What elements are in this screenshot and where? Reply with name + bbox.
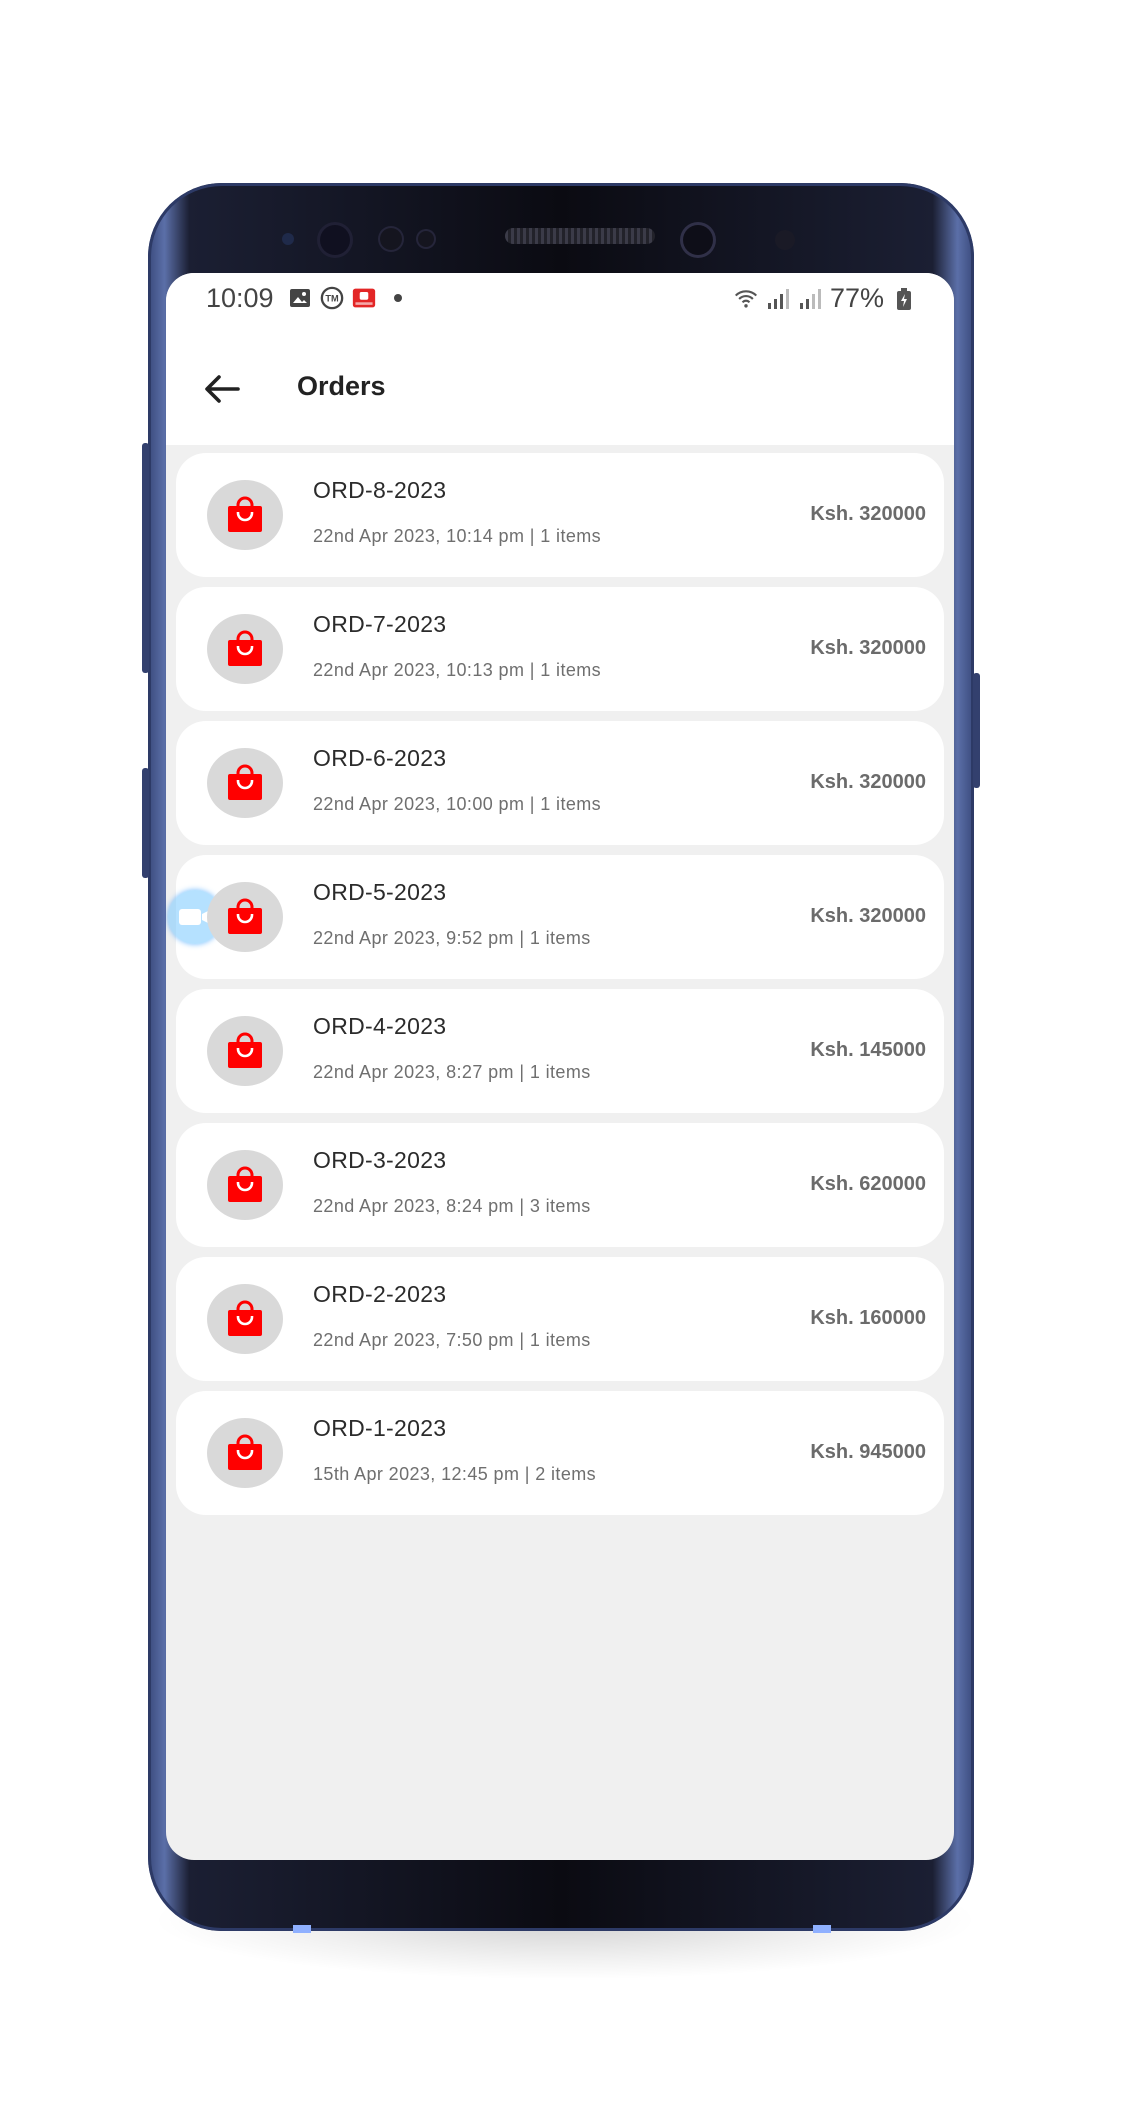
order-id: ORD-2-2023 bbox=[313, 1281, 447, 1307]
bixby-button bbox=[142, 768, 149, 878]
shopping-bag-icon bbox=[228, 496, 262, 532]
iris-camera bbox=[320, 225, 350, 255]
shopping-bag-icon bbox=[228, 1300, 262, 1336]
order-amount: Ksh. 320000 bbox=[810, 503, 926, 525]
order-amount: Ksh. 320000 bbox=[810, 771, 926, 793]
order-amount: Ksh. 160000 bbox=[810, 1307, 926, 1329]
top-bezel bbox=[148, 183, 974, 273]
order-id: ORD-6-2023 bbox=[313, 745, 447, 771]
order-meta: 22nd Apr 2023, 7:50 pm | 1 items bbox=[313, 1330, 591, 1350]
shopping-bag-icon bbox=[228, 1166, 262, 1202]
order-id: ORD-1-2023 bbox=[313, 1415, 447, 1441]
order-avatar bbox=[207, 614, 283, 684]
order-meta: 22nd Apr 2023, 9:52 pm | 1 items bbox=[313, 928, 591, 948]
order-id: ORD-8-2023 bbox=[313, 477, 447, 503]
order-avatar bbox=[207, 1418, 283, 1488]
bezel-accent bbox=[813, 1925, 831, 1933]
order-id: ORD-7-2023 bbox=[313, 611, 447, 637]
gallery-icon bbox=[288, 286, 312, 310]
screen: 10:09 TM 77% Orders ORD-8-2023 22nd Apr … bbox=[166, 273, 954, 1860]
order-avatar bbox=[207, 1284, 283, 1354]
arrow-left-icon bbox=[205, 375, 240, 403]
status-bar: 10:09 TM 77% bbox=[166, 273, 954, 333]
order-avatar bbox=[207, 1016, 283, 1086]
svg-text:TM: TM bbox=[325, 294, 339, 304]
order-avatar bbox=[207, 748, 283, 818]
order-meta: 22nd Apr 2023, 10:00 pm | 1 items bbox=[313, 794, 602, 814]
volume-button bbox=[142, 443, 149, 673]
order-card[interactable]: ORD-8-2023 22nd Apr 2023, 10:14 pm | 1 i… bbox=[176, 453, 944, 577]
shop-app-icon bbox=[352, 286, 376, 310]
order-id: ORD-5-2023 bbox=[313, 879, 447, 905]
order-card[interactable]: ORD-5-2023 22nd Apr 2023, 9:52 pm | 1 it… bbox=[168, 855, 944, 979]
front-camera bbox=[683, 225, 713, 255]
order-card[interactable]: ORD-1-2023 15th Apr 2023, 12:45 pm | 2 i… bbox=[176, 1391, 944, 1515]
tm-chat-icon: TM bbox=[320, 286, 344, 310]
app-bar: Orders bbox=[166, 333, 954, 445]
power-button bbox=[973, 673, 980, 788]
shopping-bag-icon bbox=[228, 630, 262, 666]
order-id: ORD-3-2023 bbox=[313, 1147, 447, 1173]
earpiece-speaker bbox=[505, 228, 655, 244]
shopping-bag-icon bbox=[228, 1032, 262, 1068]
iris-led bbox=[775, 230, 795, 250]
order-card[interactable]: ORD-6-2023 22nd Apr 2023, 10:00 pm | 1 i… bbox=[176, 721, 944, 845]
order-meta: 22nd Apr 2023, 10:14 pm | 1 items bbox=[313, 526, 602, 546]
phone-frame: 10:09 TM 77% Orders ORD-8-2023 22nd Apr … bbox=[142, 183, 980, 1933]
sensor-dot bbox=[282, 233, 294, 245]
order-amount: Ksh. 320000 bbox=[810, 637, 926, 659]
order-amount: Ksh. 320000 bbox=[810, 905, 926, 927]
order-amount: Ksh. 620000 bbox=[810, 1173, 926, 1195]
battery-percent: 77% bbox=[829, 283, 884, 313]
bezel-accent bbox=[293, 1925, 311, 1933]
order-card[interactable]: ORD-2-2023 22nd Apr 2023, 7:50 pm | 1 it… bbox=[176, 1257, 944, 1381]
back-button[interactable] bbox=[194, 361, 250, 417]
order-meta: 22nd Apr 2023, 8:24 pm | 3 items bbox=[313, 1196, 591, 1216]
order-amount: Ksh. 145000 bbox=[810, 1039, 926, 1061]
status-time: 10:09 bbox=[206, 283, 274, 313]
battery-icon bbox=[892, 287, 916, 311]
order-meta: 15th Apr 2023, 12:45 pm | 2 items bbox=[313, 1464, 597, 1484]
shopping-bag-icon bbox=[228, 898, 262, 934]
status-right: 77% bbox=[734, 283, 916, 314]
page-title: Orders bbox=[297, 371, 386, 401]
signal-icon-2 bbox=[798, 287, 822, 311]
order-amount: Ksh. 945000 bbox=[810, 1441, 926, 1463]
order-id: ORD-4-2023 bbox=[313, 1013, 447, 1039]
notification-icons: TM bbox=[288, 286, 402, 310]
more-notifications-dot bbox=[394, 294, 402, 302]
light-sensor bbox=[418, 231, 434, 247]
signal-icon bbox=[766, 287, 790, 311]
proximity-sensor bbox=[380, 228, 402, 250]
order-avatar bbox=[207, 882, 283, 952]
order-avatar bbox=[207, 480, 283, 550]
shopping-bag-icon bbox=[228, 1434, 262, 1470]
order-meta: 22nd Apr 2023, 8:27 pm | 1 items bbox=[313, 1062, 591, 1082]
order-card[interactable]: ORD-3-2023 22nd Apr 2023, 8:24 pm | 3 it… bbox=[176, 1123, 944, 1247]
order-meta: 22nd Apr 2023, 10:13 pm | 1 items bbox=[313, 660, 602, 680]
wifi-icon bbox=[734, 287, 758, 311]
order-card[interactable]: ORD-4-2023 22nd Apr 2023, 8:27 pm | 1 it… bbox=[176, 989, 944, 1113]
order-card[interactable]: ORD-7-2023 22nd Apr 2023, 10:13 pm | 1 i… bbox=[176, 587, 944, 711]
shopping-bag-icon bbox=[228, 764, 262, 800]
order-avatar bbox=[207, 1150, 283, 1220]
